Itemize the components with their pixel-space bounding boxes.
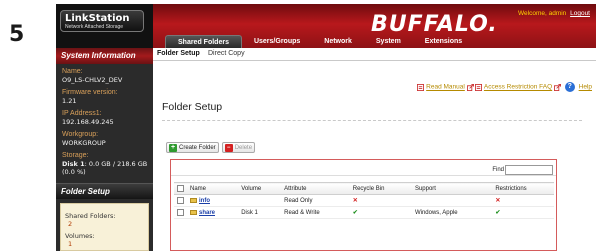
nav-users-groups[interactable]: Users/Groups [242,35,312,48]
read-manual-link[interactable]: Read Manual [426,84,465,91]
info-workgroup: Workgroup: WORKGROUP [62,131,106,147]
info-storage: Storage: Disk 1: 0.0 GB / 218.6 GB (0.0 … [62,152,148,176]
row-checkbox[interactable] [177,197,184,205]
faq-icon [475,83,483,91]
tab-direct-copy[interactable]: Direct Copy [208,50,245,57]
info-ip-address: IP Address1: 192.168.49.245 [62,110,114,126]
logo-title: LinkStation [65,13,130,24]
help-links: Read Manual Access Restriction FAQ ? Hel… [417,82,592,92]
folder-name-link[interactable]: info [199,198,210,204]
manual-icon [417,83,425,91]
nav-network[interactable]: Network [312,35,364,48]
cell-support [411,194,493,208]
minus-icon: − [224,143,233,152]
external-link-icon [554,83,561,91]
row-checkbox[interactable] [177,209,184,217]
main-content: Read Manual Access Restriction FAQ ? Hel… [153,62,596,251]
volumes-count: Volumes: 1 [65,232,95,248]
disk-percent: (0.0 %) [62,168,86,176]
folder-icon [190,197,197,203]
cross-icon: ✕ [349,194,412,208]
nas-admin-window: LinkStation Network Attached Storage Sys… [56,4,596,251]
folder-table-frame: Find Name Volume Attribute Recycle Bin S… [170,159,557,251]
col-support[interactable]: Support [411,181,493,196]
info-name: Name: O9_LS-CHLV2_DEV [62,68,123,84]
folder-summary-panel: Shared Folders: 2 Volumes: 1 [60,203,149,251]
folder-setup-panel-header: Folder Setup [56,183,153,199]
folder-actions: + Create Folder − Delete [166,142,256,153]
logout-link[interactable]: Logout [570,10,590,17]
col-recycle-bin[interactable]: Recycle Bin [349,181,412,196]
step-number: 5 [9,22,25,47]
logo-subtitle: Network Attached Storage [65,24,124,30]
help-link[interactable]: Help [579,84,592,91]
disk-capacity: : 0.0 GB / 218.6 GB [84,160,148,168]
col-restrictions[interactable]: Restrictions [492,181,554,196]
shared-folders-table: Name Volume Attribute Recycle Bin Suppor… [174,181,554,220]
nav-system[interactable]: System [364,35,413,48]
find-input[interactable] [505,165,553,175]
cell-support: Windows, Apple [411,206,493,220]
external-link-icon [466,83,474,91]
cross-icon: ✕ [492,194,554,208]
folder-icon [190,209,197,215]
linkstation-logo: LinkStation Network Attached Storage [60,10,144,32]
table-row[interactable]: info Read Only ✕ ✕ [174,194,554,208]
check-icon: ✔ [492,206,554,220]
page-title: Folder Setup [162,101,223,113]
create-folder-button[interactable]: + Create Folder [166,142,219,153]
nav-shared-folders[interactable]: Shared Folders [165,35,242,48]
sub-nav: Folder Setup Direct Copy [153,48,596,61]
delete-button[interactable]: − Delete [221,142,256,153]
table-row[interactable]: share Disk 1 Read & Write ✔ Windows, App… [174,206,554,220]
top-header: BUFFALO. Welcome, admin Logout Shared Fo… [153,4,596,48]
col-volume[interactable]: Volume [238,181,282,196]
tab-folder-setup[interactable]: Folder Setup [157,50,200,57]
find-label: Find [492,167,504,173]
buffalo-logo: BUFFALO. [371,12,498,37]
title-divider [162,120,582,121]
shared-folders-count: Shared Folders: 2 [65,212,116,228]
check-icon: ✔ [349,206,412,220]
plus-icon: + [169,143,177,152]
help-icon[interactable]: ? [564,82,575,92]
table-header-row: Name Volume Attribute Recycle Bin Suppor… [174,181,554,196]
cell-volume [238,194,282,208]
cell-volume: Disk 1 [238,206,282,220]
col-attribute[interactable]: Attribute [281,181,350,196]
welcome-text: Welcome, admin Logout [518,10,590,17]
system-info-list: Name: O9_LS-CHLV2_DEV Firmware version: … [56,64,153,176]
info-firmware: Firmware version: 1.21 [62,89,118,105]
disk-label: Disk 1 [62,160,85,168]
find-bar: Find [171,165,556,176]
system-information-header: System Information [56,48,153,64]
cell-attribute: Read Only [281,194,350,208]
left-sidebar: LinkStation Network Attached Storage Sys… [56,4,153,251]
nav-extensions[interactable]: Extensions [413,35,474,48]
select-all-checkbox[interactable] [177,185,184,192]
col-name[interactable]: Name [187,181,239,196]
logo-area: LinkStation Network Attached Storage [56,4,153,48]
main-nav: Shared Folders Users/Groups Network Syst… [165,35,474,48]
cell-attribute: Read & Write [281,206,350,220]
access-restriction-faq-link[interactable]: Access Restriction FAQ [484,84,552,91]
folder-name-link[interactable]: share [199,210,215,216]
